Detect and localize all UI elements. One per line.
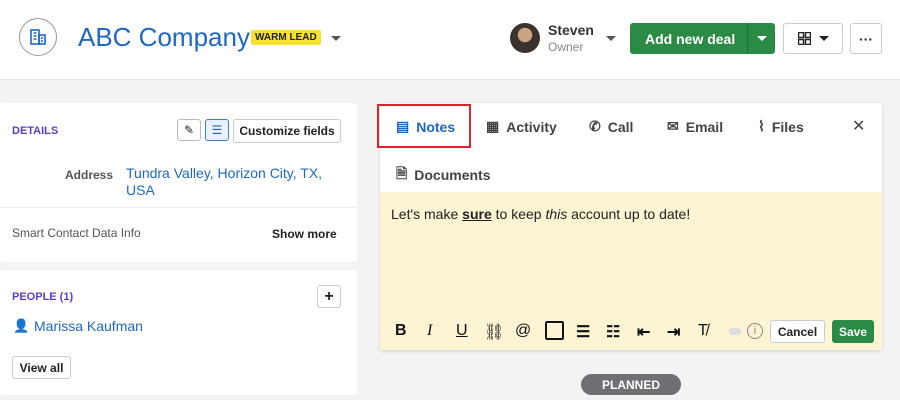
note-text[interactable]: Let's make sure to keep this account up … — [391, 206, 690, 222]
bold-icon[interactable]: B — [395, 322, 407, 340]
underline-icon[interactable]: U — [456, 322, 468, 340]
note-icon: ▤ — [396, 118, 410, 134]
tab-call[interactable]: ✆ Call — [589, 118, 633, 135]
numbered-list-icon[interactable]: ☷ — [606, 322, 620, 342]
pencil-icon: ✎ — [183, 123, 195, 137]
filter-button[interactable]: ☰ — [205, 119, 229, 141]
paperclip-icon: ⌇ — [758, 118, 765, 134]
person-icon: 👤 — [13, 318, 30, 333]
more-button[interactable]: ··· — [850, 23, 882, 54]
view-switcher-button[interactable] — [783, 23, 843, 54]
chevron-down-icon[interactable] — [331, 36, 341, 41]
smart-contact-label: Smart Contact Data Info — [12, 226, 141, 240]
cancel-button[interactable]: Cancel — [770, 320, 825, 343]
tab-notes[interactable]: ▤ Notes — [396, 118, 455, 135]
add-deal-label: Add new deal — [645, 30, 736, 47]
customize-fields-button[interactable]: Customize fields — [233, 119, 341, 143]
phone-icon: ✆ — [589, 118, 601, 134]
status-badge: WARM LEAD — [251, 30, 321, 45]
save-button[interactable]: Save — [832, 320, 874, 343]
add-deal-button[interactable]: Add new deal — [630, 23, 775, 54]
outdent-icon[interactable]: ⇤ — [637, 322, 650, 342]
view-all-button[interactable]: View all — [12, 356, 71, 379]
link-icon[interactable]: ⛓ — [484, 322, 504, 342]
owner-role: Owner — [548, 40, 584, 54]
calendar-icon: ▦ — [486, 118, 500, 134]
info-icon[interactable]: i — [747, 323, 763, 339]
bullet-list-icon[interactable]: ☰ — [576, 322, 590, 342]
mention-icon[interactable]: @ — [515, 322, 531, 340]
people-card: PEOPLE (1) + 👤 Marissa Kaufman View all — [0, 270, 357, 395]
tab-email[interactable]: ✉ Email — [667, 118, 723, 135]
add-deal-dropdown[interactable] — [747, 23, 775, 54]
header: ABC Company WARM LEAD Steven Owner Add n… — [0, 0, 900, 80]
address-label: Address — [65, 168, 114, 182]
add-person-button[interactable]: + — [317, 285, 341, 308]
person-link[interactable]: Marissa Kaufman — [34, 318, 143, 334]
italic-icon[interactable]: I — [427, 322, 432, 340]
show-more-link[interactable]: Show more — [272, 227, 337, 241]
owner-chevron-icon[interactable] — [606, 36, 616, 41]
company-title: ABC Company — [78, 22, 250, 52]
toggle[interactable] — [729, 328, 741, 335]
grid-icon — [797, 32, 811, 45]
address-value[interactable]: Tundra Valley, Horizon City, TX, USA — [126, 165, 336, 199]
tab-documents[interactable]: 🗎 Documents — [396, 163, 491, 187]
filter-icon: ☰ — [211, 123, 223, 137]
document-icon: 🗎 — [396, 165, 408, 181]
clear-format-icon[interactable]: T̸ — [698, 322, 708, 340]
details-card: DETAILS ✎ ☰ Customize fields Address Tun… — [0, 103, 357, 262]
details-title: DETAILS — [12, 125, 59, 137]
image-icon[interactable] — [545, 321, 564, 340]
edit-button[interactable]: ✎ — [177, 119, 201, 141]
tab-activity[interactable]: ▦ Activity — [486, 118, 557, 135]
indent-icon[interactable]: ⇥ — [667, 322, 680, 342]
tab-files[interactable]: ⌇ Files — [758, 118, 804, 135]
owner-name: Steven — [548, 22, 594, 38]
building-icon — [19, 18, 57, 56]
planned-status-pill: PLANNED — [581, 374, 681, 395]
envelope-icon: ✉ — [667, 118, 679, 134]
close-icon[interactable]: ✕ — [852, 116, 865, 136]
avatar[interactable] — [510, 23, 540, 53]
people-title: PEOPLE (1) — [12, 291, 74, 303]
